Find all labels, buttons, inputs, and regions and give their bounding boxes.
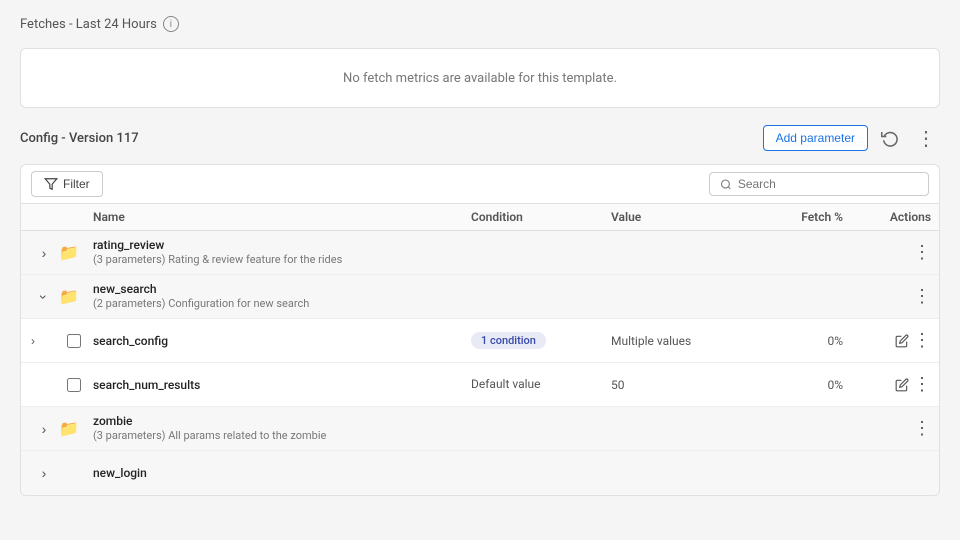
checkbox-cell [59,378,89,392]
table-row: › 📁 new_search (2 parameters) Configurat… [21,275,939,319]
header-value: Value [611,210,771,224]
param-name: new_login [93,466,471,480]
edit-button[interactable] [895,378,909,392]
default-value-label: Default value [471,377,541,391]
actions-cell: ⋮ [913,242,931,263]
params-table: Filter Name Condition Value Fetch % Acti… [20,164,940,496]
table-row: › new_login [21,451,939,495]
param-name: new_search [93,282,471,296]
param-desc: (3 parameters) Rating & review feature f… [93,253,471,267]
value-cell: 50 [611,378,771,392]
search-input[interactable] [738,177,918,191]
fetches-header: Fetches - Last 24 Hours i [20,16,940,32]
row-more-button[interactable]: ⋮ [913,286,931,307]
table-row: › search_config 1 condition Multiple val… [21,319,939,363]
expand-button[interactable]: › [29,243,59,263]
filter-label: Filter [63,177,90,191]
table-row: search_num_results Default value 50 0% ⋮ [21,363,939,407]
row-more-button[interactable]: ⋮ [913,330,931,351]
config-title: Config - Version 117 [20,131,139,146]
folder-icon-cell: 📁 [59,419,89,438]
row-more-button[interactable]: ⋮ [913,374,931,395]
fetch-pct-cell: 0% [771,334,851,348]
info-icon[interactable]: i [163,16,179,32]
search-box [709,172,929,196]
row-more-button[interactable]: ⋮ [913,242,931,263]
row-checkbox[interactable] [67,334,81,348]
actions-cell: ⋮ [895,330,931,351]
param-name: search_num_results [93,378,471,392]
row-checkbox[interactable] [67,378,81,392]
name-cell: new_search (2 parameters) Configuration … [89,282,471,311]
folder-icon-cell: 📁 [59,243,89,262]
more-options-button[interactable]: ⋮ [912,124,940,152]
fetches-empty-message: No fetch metrics are available for this … [343,71,617,86]
toolbar-right: Add parameter ⋮ [763,124,940,152]
param-desc: (2 parameters) Configuration for new sea… [93,297,471,311]
condition-cell: Default value [471,377,611,392]
config-toolbar: Config - Version 117 Add parameter ⋮ [20,124,940,152]
header-name: Name [89,210,471,224]
name-cell: rating_review (3 parameters) Rating & re… [89,238,471,267]
history-icon [881,129,899,147]
param-name: search_config [93,334,471,348]
fetches-empty-box: No fetch metrics are available for this … [20,48,940,108]
folder-icon-cell: 📁 [59,287,89,306]
table-row: › 📁 rating_review (3 parameters) Rating … [21,231,939,275]
fetches-title: Fetches - Last 24 Hours [20,17,157,32]
param-desc: (3 parameters) All params related to the… [93,429,471,443]
folder-icon: 📁 [59,243,79,262]
expand-button[interactable]: › [29,419,59,439]
pencil-icon [895,334,909,348]
actions-cell: ⋮ [913,286,931,307]
edit-button[interactable] [895,334,909,348]
table-header: Name Condition Value Fetch % Actions [21,204,939,231]
history-icon-button[interactable] [876,124,904,152]
param-name: rating_review [93,238,471,252]
value-cell: Multiple values [611,334,771,348]
actions-cell: ⋮ [895,374,931,395]
expand-spacer: › [29,332,59,350]
expand-button[interactable]: › [29,332,37,350]
table-row: › 📁 zombie (3 parameters) All params rel… [21,407,939,451]
row-more-button[interactable]: ⋮ [913,418,931,439]
name-cell: search_config [89,334,471,348]
pencil-icon [895,378,909,392]
folder-icon: 📁 [59,287,79,306]
condition-badge: 1 condition [471,332,546,349]
filter-button[interactable]: Filter [31,171,103,197]
folder-icon: 📁 [59,419,79,438]
condition-cell: 1 condition [471,332,611,349]
actions-cell: ⋮ [913,418,931,439]
filter-bar: Filter [21,165,939,204]
checkbox-cell [59,334,89,348]
header-condition: Condition [471,210,611,224]
page-container: Fetches - Last 24 Hours i No fetch metri… [0,0,960,512]
fetch-pct-cell: 0% [771,378,851,392]
expand-button[interactable]: › [34,282,54,312]
more-vert-icon: ⋮ [916,126,936,151]
name-cell: search_num_results [89,378,471,392]
param-name: zombie [93,414,471,428]
name-cell: new_login [89,466,471,480]
name-cell: zombie (3 parameters) All params related… [89,414,471,443]
expand-button[interactable]: › [29,463,59,483]
filter-icon [44,177,58,191]
header-fetch-pct: Fetch % [771,210,851,224]
search-icon [720,178,732,191]
add-parameter-button[interactable]: Add parameter [763,125,868,151]
header-actions: Actions [890,210,931,224]
